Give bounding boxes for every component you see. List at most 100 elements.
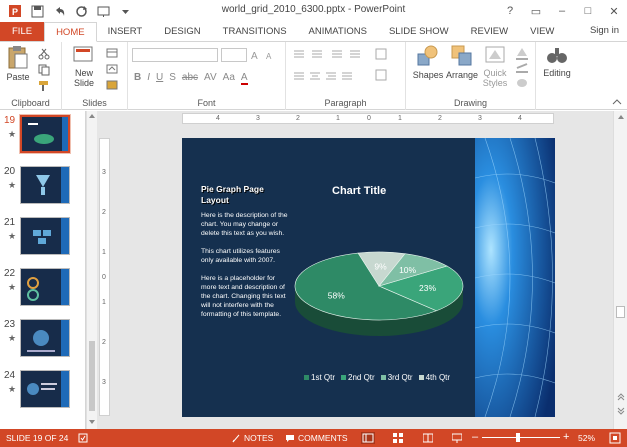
clipboard-group: Paste Clipboard [0, 42, 62, 110]
thumbnails-scroll-thumb[interactable] [89, 341, 95, 411]
scroll-up-icon[interactable] [617, 114, 625, 120]
legend-swatch [304, 375, 309, 380]
slideshow-view-icon[interactable] [452, 433, 462, 443]
new-slide-label-1: New [74, 68, 93, 78]
font-color-button[interactable]: A [240, 72, 248, 85]
zoom-slider-thumb[interactable] [516, 433, 520, 442]
underline-button[interactable]: U [156, 72, 163, 85]
svg-text:A: A [251, 51, 258, 60]
shape-format-icons[interactable] [514, 46, 530, 92]
font-size-box[interactable] [221, 48, 247, 62]
paragraph-controls-icon[interactable] [292, 48, 400, 88]
editing-group: Editing [536, 42, 576, 110]
section-icon[interactable] [106, 80, 118, 90]
slide-thumbnail[interactable]: 19 ★ [0, 114, 86, 161]
maximize-button[interactable]: □ [575, 0, 601, 22]
ruler-tick: 2 [102, 209, 106, 216]
legend-label: 3rd Qtr [387, 373, 413, 382]
editor-scrollbar[interactable] [613, 111, 627, 429]
tab-animations[interactable]: ANIMATIONS [298, 22, 378, 41]
shadow-button[interactable]: S [169, 72, 176, 85]
ruler-tick: 1 [102, 249, 106, 256]
tab-transitions[interactable]: TRANSITIONS [212, 22, 298, 41]
tab-insert[interactable]: INSERT [97, 22, 154, 41]
zoom-out-button[interactable]: – [472, 431, 478, 443]
editing-button[interactable]: Editing [540, 44, 574, 78]
slide-thumbnail-image [20, 166, 70, 204]
decrease-font-size-icon[interactable]: A [265, 50, 277, 60]
save-icon[interactable] [30, 4, 44, 18]
slide-title[interactable]: Pie Graph Page Layout [201, 184, 281, 206]
tab-design[interactable]: DESIGN [153, 22, 211, 41]
thumbnails-scrollbar[interactable] [86, 111, 97, 429]
normal-view-icon[interactable] [361, 432, 375, 444]
ribbon-display-options-button[interactable]: ▭ [523, 0, 549, 22]
sign-in-link[interactable]: Sign in [590, 25, 619, 36]
slide-canvas[interactable]: Pie Graph Page Layout Here is the descri… [182, 138, 555, 417]
minimize-button[interactable]: – [549, 0, 575, 22]
next-slide-icon[interactable] [617, 407, 625, 415]
change-case-button[interactable]: Aa [223, 72, 235, 85]
scroll-up-icon[interactable] [88, 113, 96, 119]
ribbon-tabs: FILE HOME INSERT DESIGN TRANSITIONS ANIM… [0, 22, 627, 42]
new-slide-button[interactable]: New Slide [68, 44, 100, 88]
notes-button[interactable]: NOTES [232, 433, 273, 443]
notes-icon [232, 434, 240, 442]
zoom-level[interactable]: 52% [578, 433, 595, 443]
character-spacing-button[interactable]: AV [204, 72, 217, 85]
cut-icon[interactable] [38, 48, 50, 60]
tab-view[interactable]: VIEW [519, 22, 565, 41]
undo-icon[interactable] [52, 4, 66, 18]
slide-thumbnail[interactable]: 23 ★ [0, 319, 86, 365]
pie-data-label: 58% [328, 291, 345, 301]
zoom-in-button[interactable]: + [563, 431, 569, 443]
reset-icon[interactable] [106, 64, 118, 74]
help-button[interactable]: ? [497, 0, 523, 22]
zoom-slider-track[interactable] [482, 437, 560, 438]
comments-button[interactable]: COMMENTS [285, 433, 348, 443]
chart-title[interactable]: Chart Title [332, 185, 386, 197]
start-slideshow-icon[interactable] [96, 4, 110, 18]
close-button[interactable]: ✕ [601, 0, 627, 22]
quick-styles-button[interactable]: Quick Styles [480, 44, 510, 88]
bold-button[interactable]: B [134, 72, 141, 85]
tab-file[interactable]: FILE [0, 22, 45, 41]
shapes-icon [417, 45, 438, 66]
legend-item: 4th Qtr [418, 373, 450, 382]
slide-description[interactable]: Here is the description of the chart. Yo… [201, 211, 291, 328]
slide-number: 20 [4, 166, 16, 177]
tab-slide-show[interactable]: SLIDE SHOW [378, 22, 460, 41]
copy-icon[interactable] [38, 64, 50, 76]
slide-sorter-icon[interactable] [393, 433, 403, 443]
layout-icon[interactable] [106, 48, 118, 58]
slide-number: 24 [4, 370, 16, 381]
chart-legend: 1st Qtr 2nd Qtr 3rd Qtr 4th Qtr [304, 373, 450, 382]
collapse-ribbon-icon[interactable] [612, 98, 622, 106]
tab-review[interactable]: REVIEW [460, 22, 519, 41]
ruler-tick: 4 [216, 115, 220, 122]
font-name-box[interactable] [132, 48, 218, 62]
spelling-check-icon[interactable] [78, 433, 88, 443]
arrange-label: Arrange [445, 70, 479, 80]
redo-icon[interactable] [74, 4, 88, 18]
scroll-down-icon[interactable] [88, 419, 96, 425]
tab-home[interactable]: HOME [44, 22, 97, 42]
editor-scroll-thumb[interactable] [616, 306, 625, 318]
fit-slide-icon[interactable] [609, 432, 621, 444]
paste-button[interactable]: Paste [4, 44, 32, 82]
ruler-tick: 3 [102, 169, 106, 176]
format-painter-icon[interactable] [38, 80, 50, 92]
arrange-button[interactable]: Arrange [444, 44, 480, 80]
customize-qat-icon[interactable] [118, 4, 132, 18]
slide-thumbnail[interactable]: 24 ★ [0, 370, 86, 416]
reading-view-icon[interactable] [423, 433, 433, 443]
slide-thumbnail[interactable]: 20 ★ [0, 166, 86, 212]
slide-thumbnail[interactable]: 22 ★ [0, 268, 86, 314]
italic-button[interactable]: I [147, 72, 150, 85]
slide-thumbnail[interactable]: 21 ★ [0, 217, 86, 263]
pie-chart[interactable]: 58% 23%10% 9% [292, 246, 467, 346]
increase-font-size-icon[interactable]: A [251, 50, 263, 60]
strikethrough-button[interactable]: abc [182, 72, 198, 85]
previous-slide-icon[interactable] [617, 393, 625, 401]
shapes-button[interactable]: Shapes [412, 44, 444, 80]
